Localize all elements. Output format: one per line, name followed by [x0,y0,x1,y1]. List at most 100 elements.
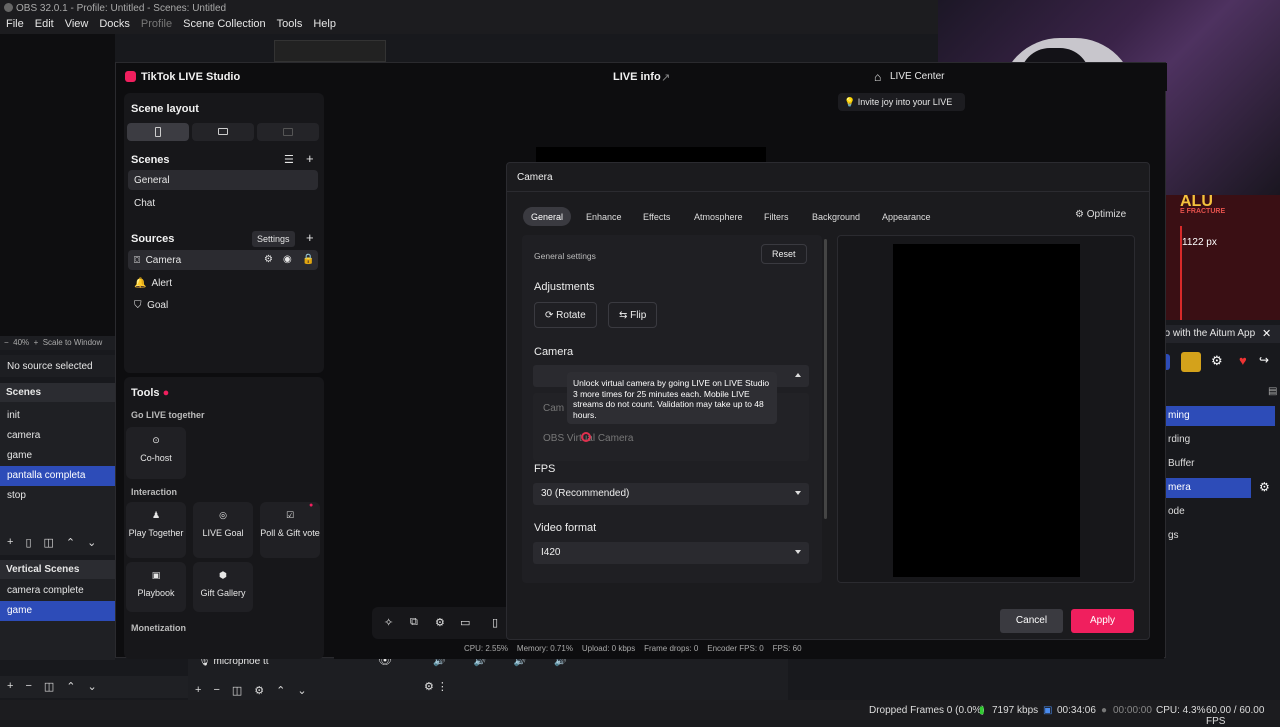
source-goal[interactable]: ⛉ Goal [128,295,318,315]
lock-icon[interactable]: 🔒 [302,254,314,265]
control-settings[interactable]: gs [1155,526,1275,546]
live-goal-tool[interactable]: ◎ LIVE Goal [193,502,253,558]
layout-vertical-button[interactable] [127,123,189,141]
cancel-button[interactable]: Cancel [1000,609,1063,633]
menu-file[interactable]: File [6,18,24,34]
list-icon[interactable]: ☰ [284,153,294,166]
menu-docks[interactable]: Docks [99,18,130,34]
vertical-scene-item[interactable]: camera complete [0,581,115,601]
layout-horizontal-button[interactable] [192,123,254,141]
up-icon[interactable]: ⌃ [276,684,285,697]
camera-settings-icon[interactable]: ⚙ [435,616,445,629]
stat-cpu: CPU: 2.55% [464,644,509,653]
play-together-tool[interactable]: ♟ Play Together [126,502,186,558]
menu-edit[interactable]: Edit [35,18,54,34]
optimize-button[interactable]: ⚙ Optimize [1075,209,1126,220]
tab-appearance[interactable]: Appearance [874,207,939,226]
effects-icon[interactable]: ⧉ [410,616,418,629]
layout-dual-button[interactable] [257,123,319,141]
gear-icon[interactable]: ⚙ [254,684,264,697]
source-alert-label: Alert [151,278,173,289]
settings-gear-icon[interactable]: ⚙ [264,254,273,265]
tab-atmosphere[interactable]: Atmosphere [686,207,751,226]
add-icon[interactable]: + [7,680,13,693]
phone-icon[interactable]: ▯ [492,616,498,629]
down-icon[interactable]: ⌄ [88,680,97,693]
vertical-scene-item-selected[interactable]: game [0,601,115,621]
add-icon[interactable]: + [7,536,13,549]
magic-icon[interactable]: ✧ [384,616,393,629]
scene-item[interactable]: stop [0,486,115,506]
remove-icon[interactable]: − [213,684,219,697]
down-icon[interactable]: ⌄ [297,684,306,697]
monetization-title: Monetization [131,623,186,633]
poll-gift-tool[interactable]: ☑ Poll & Gift vote [260,502,320,558]
control-replay-buffer[interactable]: Buffer [1155,454,1275,474]
scene-item[interactable]: camera [0,426,115,446]
mixer-settings-icon[interactable]: ⚙ ⋮ [424,680,448,693]
up-icon[interactable]: ⌃ [66,536,75,549]
source-alert[interactable]: 🔔 Alert [128,273,318,293]
flip-button[interactable]: ⇆ Flip [608,302,658,328]
control-studio-mode[interactable]: ode [1155,502,1275,522]
video-format-select[interactable]: I420 [533,542,809,564]
up-icon[interactable]: ⌃ [66,680,75,693]
close-icon[interactable]: ✕ [1262,327,1271,340]
screen-icon[interactable]: ▭ [460,616,470,629]
general-settings-pane: General settings Reset Adjustments ⟳ Rot… [522,235,822,583]
down-icon[interactable]: ⌄ [87,536,96,549]
playbook-tool[interactable]: ▣ Playbook [126,562,186,612]
control-virtual-camera[interactable]: mera [1155,478,1251,498]
filter-icon[interactable]: ◫ [44,680,54,693]
add-icon[interactable]: + [195,684,201,697]
tab-effects[interactable]: Effects [635,207,678,226]
filter-icon[interactable]: ◫ [232,684,242,697]
invite-banner[interactable]: 💡 Invite joy into your LIVE [838,93,965,111]
remove-icon[interactable]: − [25,680,31,693]
cohost-tool[interactable]: ⊙ Co-host [126,427,186,479]
source-camera[interactable]: ⌼ Camera ⚙ ◉ 🔒 [128,250,318,270]
rotate-button[interactable]: ⟳ Rotate [534,302,597,328]
tab-background[interactable]: Background [804,207,868,226]
share-icon[interactable]: ↗ [661,71,670,84]
dock-menu-icon[interactable]: ▤ [1268,386,1277,397]
scene-item-selected[interactable]: pantalla completa [0,466,115,486]
scene-item[interactable]: game [0,446,115,466]
gift-gallery-tool[interactable]: ⬢ Gift Gallery [193,562,253,612]
obs-preview[interactable] [0,34,115,336]
scale-label[interactable]: Scale to Window [43,338,103,347]
menu-view[interactable]: View [65,18,89,34]
apply-button[interactable]: Apply [1071,609,1134,633]
control-recording[interactable]: rding [1155,430,1275,450]
add-scene-icon[interactable]: + [306,151,314,166]
yellow-icon[interactable] [1181,352,1201,372]
menu-tools[interactable]: Tools [277,18,303,34]
eye-icon[interactable]: ◉ [283,254,292,265]
tab-filters[interactable]: Filters [756,207,797,226]
scene-general[interactable]: General [128,170,318,190]
live-goal-label: LIVE Goal [202,528,244,538]
reset-button[interactable]: Reset [761,244,807,264]
fps-select[interactable]: 30 (Recommended) [533,483,809,505]
tab-general[interactable]: General [523,207,572,226]
tab-enhance[interactable]: Enhance [578,207,630,226]
share-icon[interactable]: ↪ [1259,353,1269,367]
control-streaming[interactable]: ming [1155,406,1275,426]
scrollbar[interactable] [824,239,827,519]
chevron-up-icon [795,373,801,377]
menu-help[interactable]: Help [313,18,336,34]
add-source-icon[interactable]: + [306,230,314,245]
camera-option[interactable]: Cam [543,403,564,414]
scene-chat[interactable]: Chat [128,193,318,213]
scene-item[interactable]: init [0,406,115,426]
zoom-level[interactable]: 40% [13,338,29,347]
filter-icon[interactable]: ◫ [44,536,54,549]
heart-icon[interactable]: ♥ [1239,353,1247,368]
menu-scene-collection[interactable]: Scene Collection [183,18,266,34]
live-info[interactable]: LIVE info [613,71,661,83]
gear-icon[interactable]: ⚙ [1259,480,1270,494]
gear-icon[interactable]: ⚙ [1211,353,1223,369]
trash-icon[interactable]: ▯ [25,536,31,549]
menu-profile[interactable]: Profile [141,18,172,34]
live-center[interactable]: LIVE Center [890,71,944,82]
